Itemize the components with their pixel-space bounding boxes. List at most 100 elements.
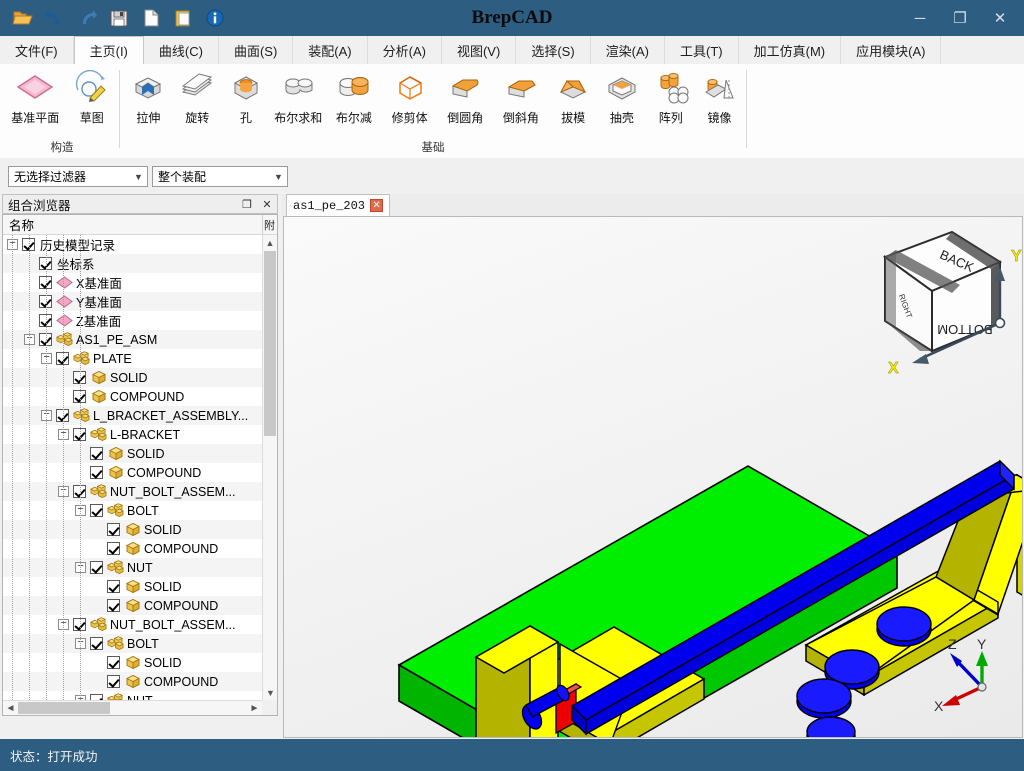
tree-item-compound[interactable]: COMPOUND — [3, 539, 262, 558]
tree-item-compound[interactable]: COMPOUND — [3, 596, 262, 615]
tree-item-checkbox[interactable] — [107, 542, 120, 555]
model-tree: 名称 附 − 历史模型记录 坐标系 X基准面 Y基准面 Z基准面 − AS1_PE_ASM − P… — [2, 214, 278, 716]
tree-item-solid[interactable]: SOLID — [3, 520, 262, 539]
ribbon-button-trim-body[interactable]: 修剪体 — [382, 66, 438, 126]
menu-tab-surface[interactable]: 曲面(S) — [219, 36, 294, 64]
ribbon-button-boolean-subtract[interactable]: 布尔减 — [326, 66, 382, 126]
tree-item-checkbox[interactable] — [90, 561, 103, 574]
close-icon[interactable]: ✕ — [370, 199, 384, 212]
scroll-right-arrow[interactable]: ► — [247, 703, 262, 714]
3d-viewport[interactable]: BACK BOTTOM RIGHT Y X Z Y X — [283, 216, 1023, 738]
tree-item-solid[interactable]: SOLID — [3, 444, 262, 463]
scroll-up-arrow[interactable]: ▲ — [263, 235, 277, 250]
scope-filter-dropdown[interactable]: 整个装配 ▼ — [152, 166, 288, 187]
axis-label-y: Y — [977, 636, 987, 652]
ribbon-button-shell[interactable]: 抽壳 — [598, 66, 647, 126]
ribbon-button-mirror[interactable]: 镜像 — [695, 66, 744, 126]
close-button[interactable]: ✕ — [980, 0, 1020, 36]
tree-item-checkbox[interactable] — [90, 466, 103, 479]
tree-item-checkbox[interactable] — [107, 599, 120, 612]
tree-item-x[interactable]: X基准面 — [3, 273, 262, 292]
tree-item-label: BOLT — [127, 503, 159, 518]
nav-cube-axis-y: Y — [1011, 248, 1022, 265]
tree-item-[interactable]: 坐标系 — [3, 254, 262, 273]
ribbon-button-hole[interactable]: 孔 — [222, 66, 271, 126]
tree-item-checkbox[interactable] — [90, 637, 103, 650]
axis-label-x: X — [934, 698, 944, 714]
assembly-icon — [90, 484, 107, 499]
tree-connector-line — [46, 235, 47, 700]
tree-vertical-scrollbar[interactable]: ▲ ▼ — [262, 235, 277, 700]
menu-tab-view[interactable]: 视图(V) — [442, 36, 517, 64]
tree-item-solid[interactable]: SOLID — [3, 368, 262, 387]
horizontal-scroll-thumb[interactable] — [18, 702, 110, 714]
tree-item-l-bracket[interactable]: − L-BRACKET — [3, 425, 262, 444]
tree-item-nut[interactable]: −NUT — [3, 691, 262, 700]
ribbon-button-pattern[interactable]: 阵列 — [646, 66, 695, 126]
tree-rows-container[interactable]: − 历史模型记录 坐标系 X基准面 Y基准面 Z基准面 − AS1_PE_ASM − PLATE S… — [3, 235, 262, 700]
selection-filter-dropdown[interactable]: 无选择过滤器 ▼ — [8, 166, 148, 187]
tree-item-z[interactable]: Z基准面 — [3, 311, 262, 330]
ribbon-button-draft[interactable]: 拔模 — [549, 66, 598, 126]
ribbon-button-chamfer[interactable]: 倒斜角 — [493, 66, 549, 126]
tree-item-nut[interactable]: −NUT — [3, 558, 262, 577]
tree-item-checkbox[interactable] — [107, 580, 120, 593]
ribbon-button-boolean-union[interactable]: 布尔求和 — [270, 66, 326, 126]
tree-item-label: NUT — [127, 560, 153, 575]
minimize-button[interactable]: ─ — [900, 0, 940, 36]
ribbon-label: 倒圆角 — [447, 111, 484, 125]
tree-item-y[interactable]: Y基准面 — [3, 292, 262, 311]
tree-horizontal-scrollbar[interactable]: ◄ ► — [3, 700, 262, 715]
tree-item-nut-bolt-assem[interactable]: − NUT_BOLT_ASSEM... — [3, 482, 262, 501]
nav-cube-axis-x: X — [888, 360, 899, 377]
scroll-down-arrow[interactable]: ▼ — [263, 685, 277, 700]
tree-item-checkbox[interactable] — [107, 656, 120, 669]
tree-item-nut-bolt-assem[interactable]: − NUT_BOLT_ASSEM... — [3, 615, 262, 634]
assembly-icon — [73, 408, 90, 423]
tree-item-checkbox[interactable] — [90, 504, 103, 517]
menu-tab-home[interactable]: 主页(I) — [73, 36, 144, 65]
menu-tab-file[interactable]: 文件(F) — [0, 36, 74, 64]
ribbon-button-sketch[interactable]: 草图 — [64, 66, 121, 126]
document-tab[interactable]: as1_pe_203 ✕ — [286, 194, 391, 216]
panel-float-button[interactable]: ❐ — [237, 195, 257, 213]
tree-item-plate[interactable]: − PLATE — [3, 349, 262, 368]
menu-tab-analysis[interactable]: 分析(A) — [368, 36, 442, 64]
plane-icon — [56, 313, 73, 328]
tree-item-label: COMPOUND — [110, 389, 185, 404]
scroll-left-arrow[interactable]: ◄ — [3, 703, 18, 714]
tree-item-compound[interactable]: COMPOUND — [3, 672, 262, 691]
tree-item-compound[interactable]: COMPOUND — [3, 463, 262, 482]
tree-item-checkbox[interactable] — [90, 447, 103, 460]
menu-tab-tools[interactable]: 工具(T) — [665, 36, 739, 64]
vertical-scroll-thumb[interactable] — [264, 251, 276, 436]
ribbon-label: 布尔求和 — [274, 111, 323, 125]
tree-item-bolt[interactable]: − BOLT — [3, 634, 262, 653]
menu-tab-assembly[interactable]: 装配(A) — [293, 36, 368, 64]
panel-close-button[interactable]: ✕ — [257, 195, 277, 213]
ribbon-label: 修剪体 — [391, 111, 428, 125]
ribbon-button-fillet[interactable]: 倒圆角 — [437, 66, 493, 126]
menu-tab-applications[interactable]: 应用模块(A) — [841, 36, 942, 64]
ribbon-label: 孔 — [240, 111, 253, 125]
tree-item-as1-pe-asm[interactable]: − AS1_PE_ASM — [3, 330, 262, 349]
ribbon-button-revolve[interactable]: 旋转 — [173, 66, 222, 126]
ribbon-button-extrude[interactable]: 拉伸 — [124, 66, 173, 126]
tree-item-compound[interactable]: COMPOUND — [3, 387, 262, 406]
ribbon-button-datum-plane[interactable]: 基准平面 — [7, 66, 64, 126]
tree-item-solid[interactable]: SOLID — [3, 653, 262, 672]
menu-tab-select[interactable]: 选择(S) — [516, 36, 591, 64]
tree-item-bolt[interactable]: − BOLT — [3, 501, 262, 520]
tree-item-checkbox[interactable] — [107, 523, 120, 536]
tree-item-[interactable]: − 历史模型记录 — [3, 235, 262, 254]
menu-tab-render[interactable]: 渲染(A) — [591, 36, 665, 64]
tree-item-checkbox[interactable] — [107, 675, 120, 688]
pattern-icon — [651, 66, 691, 108]
tree-item-l-bracket-assembly[interactable]: − L_BRACKET_ASSEMBLY... — [3, 406, 262, 425]
tree-item-solid[interactable]: SOLID — [3, 577, 262, 596]
menu-tab-curve[interactable]: 曲线(C) — [144, 36, 219, 64]
menu-tab-machining[interactable]: 加工仿真(M) — [739, 36, 842, 64]
restore-button[interactable]: ❐ — [940, 0, 980, 36]
assembly-icon — [107, 636, 124, 651]
ribbon-group-construction: 基准平面 草图 构造 — [4, 64, 120, 158]
